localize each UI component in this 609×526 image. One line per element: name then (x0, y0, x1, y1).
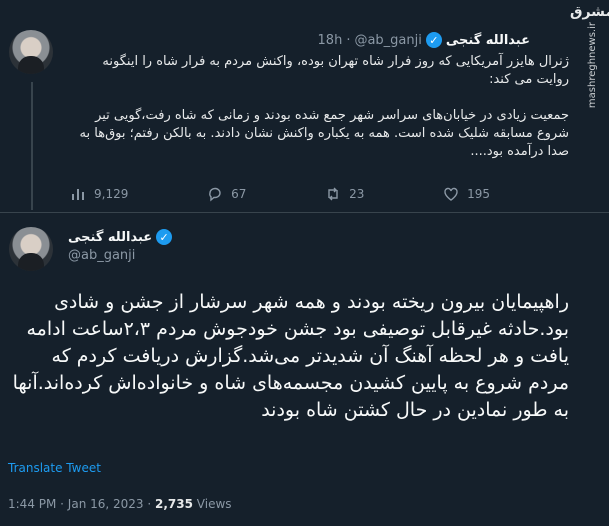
avatar[interactable] (9, 30, 53, 74)
reply-button[interactable]: 67 (207, 186, 246, 202)
separator: · (346, 32, 351, 48)
thread-line (31, 82, 33, 210)
tweet-thread-page: مشرق mashreghnews.ir 18h · @ab_ganji ✓ ع… (0, 0, 609, 526)
user-name-row: عبدالله گنجی ✓ (68, 229, 173, 245)
tweet-2-header: عبدالله گنجی ✓ @ab_ganji (68, 229, 173, 263)
tweet-1-header: 18h · @ab_ganji ✓ عبدالله گنجی (60, 31, 530, 49)
tweet-1-text: ژنرال هایزر آمریکایی که روز فرار شاه تهر… (79, 54, 569, 159)
user-handle[interactable]: @ab_ganji (68, 248, 172, 263)
verified-badge-icon: ✓ (425, 32, 442, 48)
tweet-meta: 1:44 PM · Jan 16, 2023 · 2,735 Views (8, 497, 232, 511)
views-label: Views (192, 497, 232, 511)
user-name[interactable]: عبدالله گنجی (68, 230, 152, 245)
views-icon (70, 186, 86, 202)
avatar[interactable] (9, 227, 53, 271)
tweet-1[interactable]: 18h · @ab_ganji ✓ عبدالله گنجی ژنرال های… (0, 0, 609, 210)
like-button[interactable]: 195 (443, 186, 490, 202)
like-count: 195 (467, 187, 490, 201)
views-count: 9,129 (94, 187, 129, 201)
tweet-2: عبدالله گنجی ✓ @ab_ganji راهپیمایان بیرو… (0, 213, 609, 526)
verified-badge-icon: ✓ (156, 229, 173, 245)
tweet-timestamp[interactable]: 1:44 PM · Jan 16, 2023 · (8, 497, 155, 511)
tweet-time[interactable]: 18h (318, 33, 343, 48)
retweet-icon (325, 186, 341, 202)
heart-icon (443, 186, 459, 202)
user-handle[interactable]: @ab_ganji (354, 33, 421, 48)
retweet-button[interactable]: 23 (325, 186, 364, 202)
views-stat[interactable]: 9,129 (70, 186, 128, 202)
retweet-count: 23 (349, 187, 365, 201)
tweet-2-text: راهپیمایان بیرون ریخته بودند و همه شهر س… (12, 291, 569, 421)
reply-count: 67 (231, 187, 247, 201)
translate-tweet-link[interactable]: Translate Tweet (8, 461, 101, 475)
tweet-actions: 9,129 67 23 195 (70, 184, 490, 204)
user-name[interactable]: عبدالله گنجی (446, 33, 530, 48)
reply-icon (207, 186, 223, 202)
views-count: 2,735 (155, 497, 193, 511)
